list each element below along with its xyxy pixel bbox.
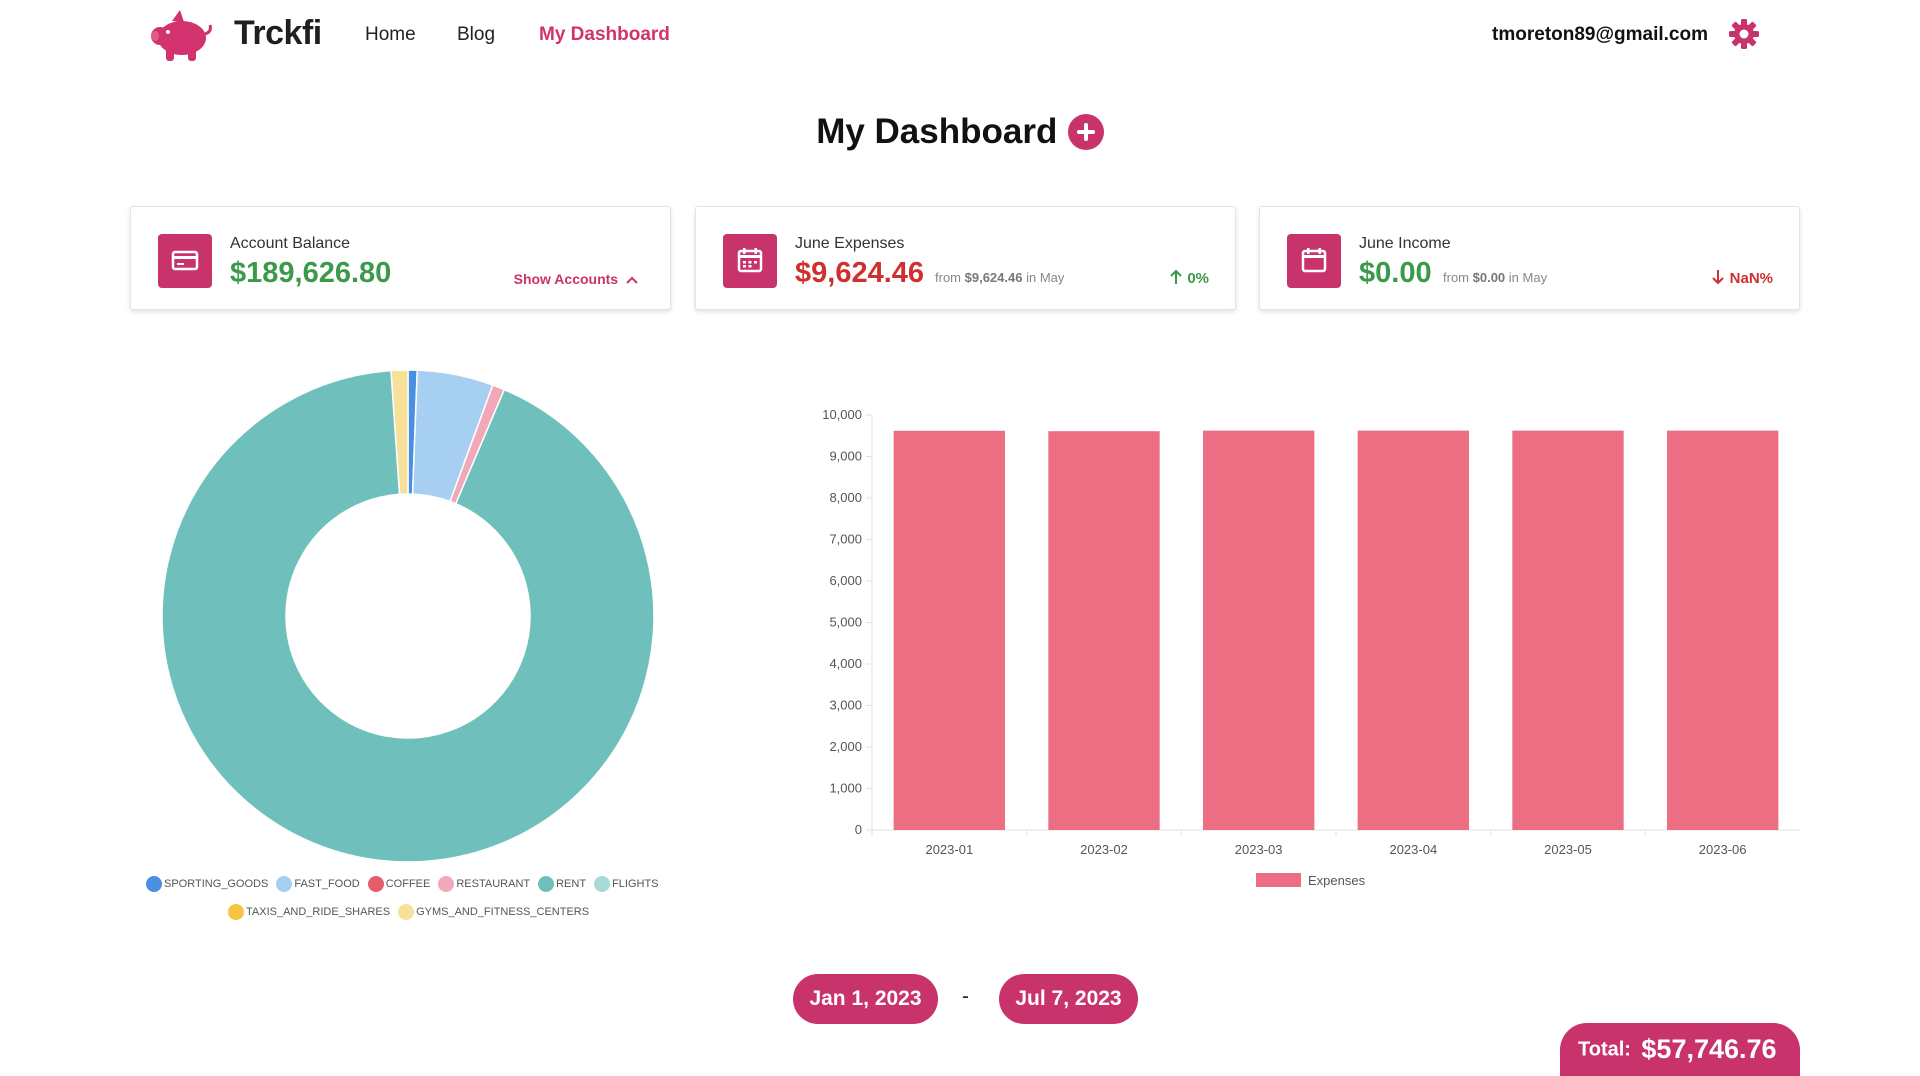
- category-donut-chart[interactable]: [162, 370, 654, 862]
- calendar-icon: [1287, 234, 1341, 288]
- page-title-row: My Dashboard: [0, 112, 1920, 152]
- legend-label: GYMS_AND_FITNESS_CENTERS: [416, 906, 590, 918]
- y-tick-label: 4,000: [829, 656, 862, 671]
- comparison-value: $9,624.46: [964, 270, 1023, 285]
- legend-label: FAST_FOOD: [294, 878, 360, 890]
- x-tick-label: 2023-05: [1544, 842, 1592, 857]
- piggy-bank-icon[interactable]: [146, 8, 212, 62]
- bar-2023-05[interactable]: [1512, 430, 1624, 830]
- user-email[interactable]: tmoreton89@gmail.com: [1492, 24, 1708, 46]
- y-tick-label: 10,000: [822, 407, 862, 422]
- comparison-suffix: in May: [1508, 270, 1548, 285]
- top-nav-bar: Trckfi Home Blog My Dashboard tmoreton89…: [0, 0, 1920, 70]
- show-accounts-label: Show Accounts: [513, 271, 619, 287]
- x-tick-label: 2023-03: [1235, 842, 1283, 857]
- comparison-value: $0.00: [1472, 270, 1506, 285]
- y-tick-label: 0: [855, 822, 862, 837]
- legend-swatch: [146, 876, 162, 892]
- legend-item-restaurant[interactable]: RESTAURANT: [438, 876, 530, 892]
- comparison-text: from $9,624.46 in May: [935, 270, 1064, 285]
- nav-home-link[interactable]: Home: [365, 24, 416, 46]
- credit-card-icon: [158, 234, 212, 288]
- legend-item-gyms-and-fitness-centers[interactable]: GYMS_AND_FITNESS_CENTERS: [398, 904, 589, 920]
- comparison-text: from $0.00 in May: [1443, 270, 1547, 285]
- monthly-expenses-bar-chart[interactable]: 0 1,000 2,000 3,000 4,000 5,000 6,000 7,000 8,00…: [810, 400, 1810, 900]
- legend-swatch: [276, 876, 293, 892]
- y-tick-label: 9,000: [829, 449, 862, 464]
- trend-value: NaN%: [1729, 270, 1773, 287]
- june-expenses-value: $9,624.46: [795, 257, 925, 289]
- legend-item-taxis-and-ride-shares[interactable]: TAXIS_AND_RIDE_SHARES: [228, 904, 390, 920]
- end-date-button[interactable]: Jul 7, 2023: [999, 974, 1138, 1024]
- card-label: June Expenses: [795, 235, 905, 252]
- bar-2023-06[interactable]: [1666, 430, 1779, 830]
- y-tick-label: 1,000: [829, 781, 862, 796]
- total-badge: Total: $57,746.76: [1560, 1023, 1800, 1076]
- x-tick-label: 2023-01: [925, 842, 973, 857]
- arrow-up-icon: [1170, 269, 1182, 284]
- donut-legend: SPORTING_GOODS FAST_FOOD COFFEE RESTAURANT R…: [146, 876, 667, 892]
- y-tick-label: 8,000: [829, 490, 862, 505]
- chevron-up-icon: [626, 276, 638, 285]
- page-title: My Dashboard: [816, 112, 1058, 151]
- x-tick-label: 2023-06: [1699, 842, 1747, 857]
- bar-2023-01[interactable]: [893, 430, 1006, 830]
- comparison-suffix: in May: [1026, 270, 1065, 285]
- legend-item-flights[interactable]: FLIGHTS: [594, 876, 659, 892]
- account-balance-card: Account Balance $189,626.80 Show Account…: [130, 206, 671, 310]
- bar-2023-04[interactable]: [1357, 430, 1470, 830]
- y-tick-label: 5,000: [829, 615, 862, 630]
- bar-2023-02[interactable]: [1048, 431, 1160, 830]
- legend-label: SPORTING_GOODS: [164, 878, 269, 890]
- trend-indicator: NaN%: [1711, 269, 1773, 287]
- june-income-value: $0.00: [1359, 257, 1432, 289]
- legend-swatch: [538, 876, 555, 892]
- y-tick-label: 3,000: [829, 698, 862, 713]
- june-expenses-card: June Expenses $9,624.46 from $9,624.46 i…: [695, 206, 1236, 310]
- account-balance-value: $189,626.80: [230, 257, 392, 289]
- legend-swatch[interactable]: [1256, 873, 1301, 887]
- comparison-prefix: from: [935, 270, 961, 285]
- legend-item-sporting-goods[interactable]: SPORTING_GOODS: [146, 876, 268, 892]
- show-accounts-button[interactable]: Show Accounts: [514, 271, 638, 287]
- legend-item-coffee[interactable]: COFFEE: [367, 876, 431, 892]
- total-value: $57,746.76: [1641, 1034, 1777, 1065]
- legend-label: FLIGHTS: [612, 878, 659, 890]
- card-label: June Income: [1359, 235, 1451, 252]
- x-tick-label: 2023-04: [1389, 842, 1437, 857]
- start-date-button[interactable]: Jan 1, 2023: [793, 974, 938, 1024]
- donut-legend: TAXIS_AND_RIDE_SHARES GYMS_AND_FITNESS_CE…: [228, 904, 597, 920]
- june-income-card: June Income $0.00 from $0.00 in May NaN%: [1259, 206, 1800, 310]
- legend-swatch: [398, 904, 415, 920]
- legend-label: RESTAURANT: [456, 878, 531, 890]
- legend-swatch: [594, 876, 611, 892]
- y-tick-label: 2,000: [829, 739, 862, 754]
- y-tick-label: 6,000: [829, 573, 862, 588]
- arrow-down-icon: [1712, 270, 1725, 285]
- legend-swatch: [228, 904, 244, 920]
- legend-label: COFFEE: [385, 878, 431, 890]
- y-tick-label: 7,000: [829, 532, 862, 547]
- comparison-prefix: from: [1443, 270, 1469, 285]
- legend-label[interactable]: Expenses: [1308, 873, 1366, 888]
- add-button[interactable]: [1067, 114, 1104, 150]
- x-tick-label: 2023-02: [1080, 842, 1128, 857]
- legend-label: TAXIS_AND_RIDE_SHARES: [246, 906, 391, 918]
- total-label: Total:: [1578, 1038, 1631, 1061]
- date-separator: -: [962, 985, 969, 1008]
- legend-swatch: [438, 876, 455, 892]
- nav-blog-link[interactable]: Blog: [457, 24, 495, 46]
- gear-icon[interactable]: [1728, 18, 1760, 50]
- trend-value: 0%: [1187, 270, 1209, 287]
- legend-label: RENT: [556, 878, 587, 890]
- legend-swatch: [367, 876, 384, 892]
- legend-item-fast-food[interactable]: FAST_FOOD: [276, 876, 360, 892]
- legend-item-rent[interactable]: RENT: [538, 876, 586, 892]
- calendar-icon: [723, 234, 777, 288]
- bar-2023-03[interactable]: [1202, 430, 1315, 830]
- trend-indicator: 0%: [1169, 269, 1209, 287]
- nav-dashboard-link[interactable]: My Dashboard: [539, 24, 670, 46]
- card-label: Account Balance: [230, 235, 351, 252]
- brand-name[interactable]: Trckfi: [234, 14, 322, 53]
